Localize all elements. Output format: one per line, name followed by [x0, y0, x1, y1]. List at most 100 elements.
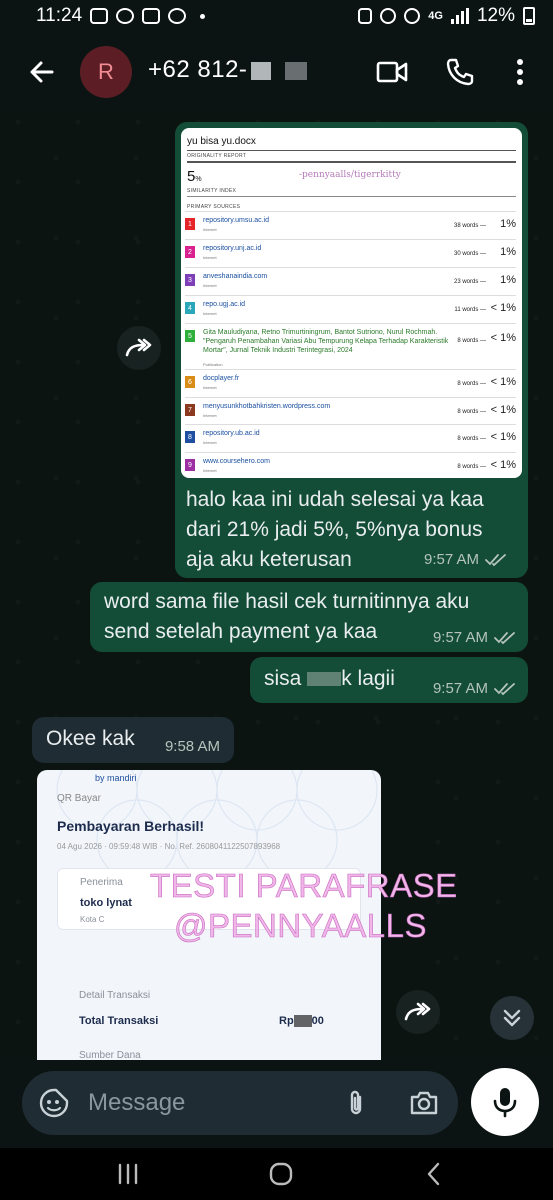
source-number: 2 [185, 246, 195, 258]
contact-name[interactable]: +62 812- [148, 56, 308, 84]
message-text-part: sisa [264, 667, 308, 690]
source-percent: < 1% [490, 459, 516, 471]
source-words: 8 words — [457, 464, 486, 470]
redaction [307, 672, 342, 687]
source-words: 8 words — [457, 436, 486, 442]
source-name: repository.umsu.ac.id [203, 217, 270, 224]
forward-icon [125, 338, 152, 357]
message-text: sisa k lagii [264, 664, 395, 694]
voice-message-button[interactable] [471, 1068, 539, 1136]
status-right: 4G 12% [358, 5, 535, 27]
total-label: Total Transaksi [79, 1015, 159, 1027]
more-options-button[interactable] [500, 52, 540, 92]
source-name: docplayer.fr [203, 375, 240, 382]
camera-icon [410, 1091, 438, 1115]
back-button[interactable] [22, 52, 62, 92]
back-nav-button[interactable] [414, 1160, 454, 1188]
message-input[interactable] [88, 1087, 328, 1119]
source-type: Internet [203, 311, 217, 316]
source-name: repo.ugj.ac.id [203, 301, 246, 308]
source-number: 4 [185, 302, 195, 314]
redaction [251, 61, 272, 80]
bank-brand: by mandiri [95, 773, 137, 783]
total-amount-tail: 00 [311, 1015, 324, 1027]
forward-button[interactable] [117, 326, 161, 370]
similarity-index: 5% [187, 168, 202, 185]
source-row: 8 repository.ub.ac.id Internet 8 words — < 1… [185, 424, 516, 450]
recents-icon [118, 1163, 138, 1185]
turnitin-report-image[interactable]: yu bisa yu.docx ORIGINALITY REPORT 5% SI… [181, 128, 522, 478]
avatar[interactable]: R [80, 46, 132, 98]
network-type: 4G [428, 10, 443, 22]
hotspot-icon [404, 8, 421, 24]
detail-label: Detail Transaksi [79, 990, 151, 1001]
message-text-part: k lagii [341, 667, 395, 690]
read-ticks-icon [494, 631, 515, 644]
video-call-button[interactable] [372, 52, 412, 92]
read-ticks-icon [494, 682, 515, 695]
more-notifications-icon [200, 13, 206, 19]
message-composer [22, 1071, 458, 1135]
more-vertical-icon [517, 59, 523, 85]
home-button[interactable] [261, 1160, 301, 1188]
camera-button[interactable] [408, 1087, 440, 1119]
status-bar: 11:24 4G 12% [0, 0, 553, 32]
source-words: 23 words — [453, 279, 486, 285]
source-percent: 1% [500, 246, 516, 258]
emoji-button[interactable] [38, 1087, 70, 1119]
source-row: 5 Gita Mauludiyana, Retno Trimurtiningrum… [185, 323, 516, 369]
recents-button[interactable] [108, 1160, 148, 1188]
whatsapp-notification-icon [168, 8, 187, 24]
recipient-name: toko lynat [80, 897, 132, 909]
message-time: 9:58 AM [164, 738, 220, 755]
source-percent: < 1% [490, 332, 516, 344]
similarity-unit: % [195, 176, 202, 183]
source-words: 8 words — [457, 381, 486, 387]
source-number: 8 [185, 431, 195, 443]
source-words: 11 words — [454, 307, 486, 313]
message-bubble-outgoing[interactable]: word sama file hasil cek turnitinnya aku… [90, 582, 528, 652]
chevron-left-icon [427, 1162, 440, 1186]
voice-call-button[interactable] [440, 52, 480, 92]
phone-icon [446, 58, 474, 86]
source-label: Sumber Dana [79, 1050, 141, 1060]
source-name: Gita Mauludiyana, Retno Trimurtiningrum,… [203, 329, 449, 354]
source-type: Internet [203, 385, 217, 390]
divider [187, 150, 516, 151]
forward-button[interactable] [396, 990, 440, 1034]
source-number: 3 [185, 274, 195, 286]
source-percent: 1% [500, 274, 516, 286]
lock-status-icon [358, 8, 373, 24]
overlay-text: TESTI PARAFRASE @PENNYAALLS [150, 866, 510, 946]
battery-icon [523, 7, 535, 25]
arrow-left-icon [30, 61, 54, 83]
report-label: ORIGINALITY REPORT [187, 153, 247, 159]
message-bubble-incoming[interactable]: Okee kak 9:58 AM [32, 717, 234, 763]
redaction [293, 1015, 312, 1028]
source-name: anveshanaindia.com [203, 273, 268, 280]
redaction [285, 61, 308, 80]
mail-notification-icon [142, 8, 161, 24]
message-meta: 9:57 AM [424, 551, 507, 568]
message-time: 9:57 AM [432, 629, 488, 646]
message-bubble-outgoing[interactable]: sisa k lagii 9:57 AM [250, 657, 528, 703]
scroll-to-bottom-button[interactable] [490, 996, 534, 1040]
message-meta: 9:58 AM [165, 738, 220, 755]
payment-date: 04 Agu 2026 · 09:59:48 WIB · No. Ref. 26… [57, 842, 281, 851]
source-row: 3 anveshanaindia.com Internet 23 words — 1% [185, 267, 516, 293]
source-row: 2 repository.unj.ac.id Internet 30 words — 1… [185, 239, 516, 265]
source-words: 8 words — [457, 409, 486, 415]
total-currency: Rp [279, 1015, 294, 1027]
source-row: 6 docplayer.fr Internet 8 words — < 1% [185, 369, 516, 395]
watermark-text: -pennyaalls/tigerrkitty [299, 170, 401, 180]
source-type: Internet [203, 468, 217, 473]
source-words: 38 words — [453, 223, 486, 229]
source-percent: < 1% [490, 376, 516, 388]
recipient-label: Penerima [80, 877, 123, 888]
status-left: 11:24 [36, 5, 206, 27]
source-number: 5 [185, 330, 195, 342]
attach-button[interactable] [340, 1087, 372, 1119]
video-camera-icon [376, 61, 408, 83]
contact-number: +62 812- [148, 56, 248, 83]
source-percent: < 1% [490, 431, 516, 443]
